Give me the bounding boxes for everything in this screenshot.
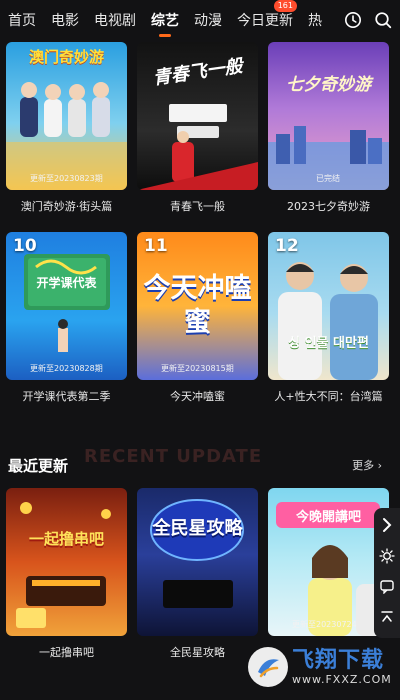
rank-number: 11: [144, 236, 168, 256]
section-title-en: RECENT UPDATE: [84, 446, 263, 467]
tab-tv-series[interactable]: 电视剧: [94, 10, 136, 30]
show-title: 澳门奇妙游·街头篇: [20, 200, 113, 213]
tab-movies[interactable]: 电影: [51, 10, 79, 30]
tab-variety[interactable]: 综艺: [151, 10, 179, 37]
show-card[interactable]: 青春飞一般 青春飞一般: [137, 42, 258, 214]
poster-art: [6, 82, 127, 190]
message-icon[interactable]: [379, 578, 395, 598]
show-card[interactable]: 今晚開講吧 更新至20230724: [268, 488, 389, 644]
back-to-top-icon[interactable]: [379, 609, 395, 629]
poster-art: [278, 262, 378, 380]
update-count-badge: 161: [273, 0, 297, 12]
tab-today-updates[interactable]: 今日更新 161: [237, 0, 297, 30]
chevron-right-icon[interactable]: [380, 517, 394, 537]
episode-status: 更新至20230815期: [161, 364, 234, 373]
show-title: 青春飞一般: [170, 200, 225, 213]
poster-title: 一起撸串吧: [28, 530, 104, 548]
clock-icon[interactable]: [344, 11, 362, 29]
floating-toolbar: [374, 508, 400, 638]
episode-status: 更新至20230724: [292, 620, 357, 629]
top-nav: 首页 电影 电视剧 综艺 动漫 今日更新 161 热: [0, 0, 400, 40]
show-card[interactable]: 10 开学课代表 更新至20230828期 开学课代表第二季: [6, 232, 127, 404]
show-card[interactable]: 七夕奇妙游 已完结 2023七夕奇妙游: [268, 42, 389, 214]
site-watermark: 飞翔下载 www.FXXZ.COM: [248, 644, 398, 690]
watermark-title: 飞翔下载: [292, 647, 385, 673]
show-title: 人+性大不同：台湾篇: [274, 390, 383, 403]
show-poster[interactable]: 全民星攻略: [137, 488, 258, 636]
watermark-logo-icon: [248, 647, 288, 687]
search-icon[interactable]: [374, 11, 392, 29]
show-card[interactable]: 一起撸串吧 一起撸串吧: [6, 488, 127, 660]
show-title: 全民星攻略: [170, 646, 225, 659]
show-card[interactable]: 11 今天冲嗑蜜 更新至20230815期 今天冲嗑蜜: [137, 232, 258, 404]
show-poster[interactable]: 一起撸串吧: [6, 488, 127, 636]
episode-status: 更新至20230823期: [30, 174, 103, 183]
more-link[interactable]: 更多 ›: [352, 457, 382, 473]
poster-art: [24, 254, 110, 352]
tab-anime[interactable]: 动漫: [194, 10, 222, 30]
show-title: 今天冲嗑蜜: [170, 390, 225, 403]
episode-status: 更新至20230828期: [30, 364, 103, 373]
poster-art: [150, 499, 244, 608]
show-poster[interactable]: 七夕奇妙游 已完结: [268, 42, 389, 190]
show-card[interactable]: 澳门奇妙游 更新至20230823期 澳门奇妙游·街头篇: [6, 42, 127, 214]
poster-title: 싱 인물 대만편: [288, 336, 369, 351]
poster-title: 今晚開講吧: [295, 510, 361, 525]
show-poster[interactable]: 澳门奇妙游 更新至20230823期: [6, 42, 127, 190]
show-title: 开学课代表第二季: [22, 390, 111, 403]
tab-hot[interactable]: 热: [308, 10, 322, 30]
section-title: 最近更新: [8, 457, 69, 475]
show-poster[interactable]: 青春飞一般: [137, 42, 258, 190]
show-poster[interactable]: 10 开学课代表 更新至20230828期: [6, 232, 127, 380]
show-title: 一起撸串吧: [39, 646, 94, 659]
show-poster[interactable]: 12 싱 인물 대만편: [268, 232, 389, 380]
brightness-icon[interactable]: [379, 548, 395, 568]
poster-title: 今天冲嗑蜜: [143, 273, 252, 338]
poster-title: 全民星攻略: [152, 518, 243, 539]
poster-title: 开学课代表: [36, 276, 97, 290]
poster-art: [268, 126, 389, 190]
poster-art: [16, 502, 111, 628]
tab-home[interactable]: 首页: [8, 10, 36, 30]
show-poster[interactable]: 今晚開講吧 更新至20230724: [268, 488, 389, 636]
show-card[interactable]: 全民星攻略 全民星攻略: [137, 488, 258, 660]
show-title: 2023七夕奇妙游: [287, 200, 370, 213]
show-poster[interactable]: 11 今天冲嗑蜜 更新至20230815期: [137, 232, 258, 380]
watermark-url: www.FXXZ.COM: [292, 672, 392, 686]
poster-art: [137, 104, 258, 190]
episode-status: 已完结: [316, 174, 340, 183]
show-card[interactable]: 12 싱 인물 대만편 人+性大不同：台湾篇: [268, 232, 389, 404]
